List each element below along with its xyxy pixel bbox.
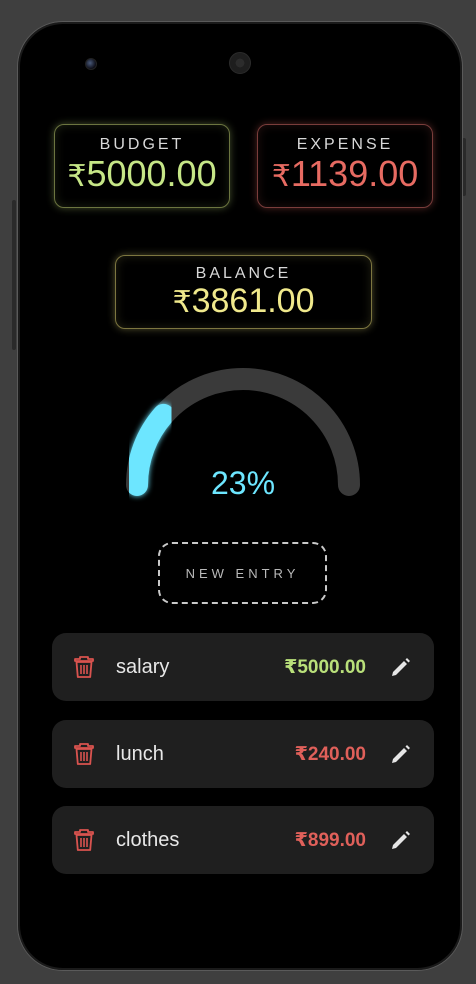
pencil-icon[interactable] — [390, 829, 412, 851]
budget-currency: ₹ — [67, 160, 87, 193]
budget-label: BUDGET — [99, 136, 185, 153]
earpiece-speaker — [229, 52, 251, 74]
expense-amount: 1139.00 — [290, 153, 419, 194]
entry-amount: ₹5000.00 — [284, 657, 366, 678]
budget-amount: 5000.00 — [86, 153, 217, 194]
balance-currency: ₹ — [172, 286, 192, 319]
entry-name: lunch — [116, 743, 164, 765]
entry-row: lunch ₹240.00 — [52, 720, 434, 788]
balance-label: BALANCE — [195, 265, 292, 282]
balance-value: ₹3861.00 — [116, 283, 371, 321]
entry-amount: ₹240.00 — [294, 744, 366, 765]
balance-card: BALANCE ₹3861.00 — [115, 255, 372, 329]
expense-label: EXPENSE — [296, 136, 394, 153]
entry-row: clothes ₹899.00 — [52, 806, 434, 874]
expense-card: EXPENSE ₹1139.00 — [257, 124, 433, 208]
expense-currency: ₹ — [271, 160, 291, 193]
trash-icon[interactable] — [74, 656, 94, 678]
budget-card: BUDGET ₹5000.00 — [54, 124, 230, 208]
entry-row: salary ₹5000.00 — [52, 633, 434, 701]
entry-amount: ₹899.00 — [294, 830, 366, 851]
pencil-icon[interactable] — [390, 656, 412, 678]
phone-side-button-left — [12, 200, 16, 350]
front-camera — [85, 58, 97, 70]
entry-name: salary — [116, 656, 170, 678]
pencil-icon[interactable] — [390, 743, 412, 765]
trash-icon[interactable] — [74, 743, 94, 765]
entry-name: clothes — [116, 829, 180, 851]
balance-amount: 3861.00 — [191, 282, 315, 320]
gauge-percent: 23% — [210, 465, 276, 501]
new-entry-button[interactable]: NEW ENTRY — [158, 542, 327, 604]
gauge-fill — [126, 403, 175, 496]
budget-value: ₹5000.00 — [55, 154, 229, 197]
trash-icon[interactable] — [74, 829, 94, 851]
expense-value: ₹1139.00 — [258, 154, 432, 197]
